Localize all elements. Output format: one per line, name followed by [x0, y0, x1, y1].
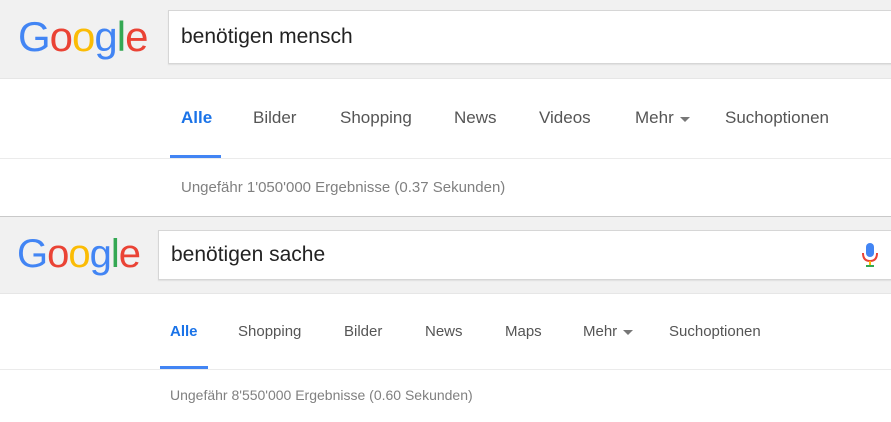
tab-label: Bilder: [344, 323, 383, 340]
tab-label: Mehr: [583, 323, 618, 340]
tab-label: Maps: [505, 323, 542, 340]
tab-maps[interactable]: Maps: [505, 294, 542, 369]
logo-letter: G: [18, 13, 51, 60]
tab-label: Videos: [539, 108, 591, 127]
dropdown-caret-icon: [679, 116, 690, 122]
tab-alle[interactable]: Alle: [181, 78, 212, 158]
logo-letter: g: [89, 232, 112, 276]
tab-label: Alle: [181, 108, 213, 127]
search-input[interactable]: benötigen mensch: [168, 10, 891, 64]
microphone-icon[interactable]: [861, 243, 879, 269]
logo-letter: e: [118, 232, 141, 276]
result-stats: Ungefähr 8'550'000 Ergebnisse (0.60 Seku…: [170, 387, 473, 403]
search-results-panel-1: G o o g l e benötigen mensch Alle Bilder…: [0, 0, 891, 216]
search-query-text[interactable]: benötigen mensch: [181, 25, 353, 49]
logo-letter: o: [72, 13, 95, 60]
tab-bilder[interactable]: Bilder: [253, 78, 296, 158]
search-query-text[interactable]: benötigen sache: [171, 243, 325, 267]
logo-letter: G: [17, 232, 48, 276]
tab-label: Mehr: [635, 108, 674, 127]
logo-letter: g: [94, 13, 117, 60]
tab-mehr[interactable]: Mehr: [635, 78, 690, 158]
dropdown-caret-icon: [623, 330, 634, 335]
logo-letter: o: [68, 232, 90, 276]
search-results-panel-2: G o o g l e benötigen sache Alle Shoppin…: [0, 216, 891, 422]
active-tab-indicator: [160, 366, 208, 369]
tab-label: News: [425, 323, 463, 340]
tab-label: Shopping: [238, 323, 302, 340]
logo-letter: l: [110, 232, 120, 276]
tab-label: Suchoptionen: [669, 323, 761, 340]
result-stats: Ungefähr 1'050'000 Ergebnisse (0.37 Seku…: [181, 179, 506, 196]
tab-mehr[interactable]: Mehr: [583, 294, 634, 369]
google-logo[interactable]: G o o g l e: [18, 13, 148, 60]
tab-news[interactable]: News: [454, 78, 497, 158]
tab-label: Alle: [170, 323, 198, 340]
logo-letter: l: [116, 13, 126, 60]
tab-bilder[interactable]: Bilder: [344, 294, 382, 369]
tab-videos[interactable]: Videos: [539, 78, 591, 158]
tab-label: Shopping: [340, 108, 412, 127]
tab-shopping[interactable]: Shopping: [238, 294, 301, 369]
search-tabs: Alle Shopping Bilder News Maps Mehr Such…: [0, 294, 891, 370]
active-tab-indicator: [170, 155, 221, 158]
search-input[interactable]: benötigen sache: [158, 230, 891, 280]
logo-letter: o: [49, 13, 73, 60]
logo-letter: o: [47, 232, 69, 276]
search-header: G o o g l e benötigen mensch: [0, 0, 891, 79]
tab-suchoptionen[interactable]: Suchoptionen: [669, 294, 761, 369]
tab-shopping[interactable]: Shopping: [340, 78, 412, 158]
tab-label: Bilder: [253, 108, 297, 127]
tab-label: News: [454, 108, 497, 127]
search-header: G o o g l e benötigen sache: [0, 217, 891, 294]
tab-news[interactable]: News: [425, 294, 463, 369]
logo-letter: e: [125, 13, 148, 60]
search-tabs: Alle Bilder Shopping News Videos Mehr Su…: [0, 78, 891, 159]
google-logo[interactable]: G o o g l e: [17, 232, 141, 276]
tab-label: Suchoptionen: [725, 108, 829, 127]
tab-alle[interactable]: Alle: [170, 294, 198, 369]
tab-suchoptionen[interactable]: Suchoptionen: [725, 78, 829, 158]
